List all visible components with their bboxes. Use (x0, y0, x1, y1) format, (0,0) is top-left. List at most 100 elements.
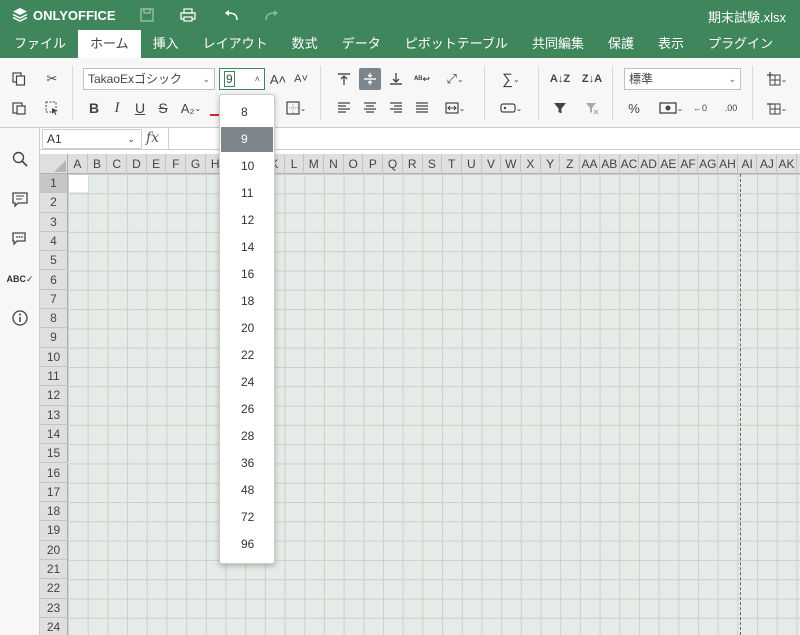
wrap-text-icon[interactable]: ᴬᴮ↩ (411, 68, 433, 90)
search-icon[interactable] (9, 148, 31, 170)
font-size-option[interactable]: 22 (221, 343, 273, 368)
font-size-option[interactable]: 11 (221, 181, 273, 206)
cell-area[interactable] (68, 174, 800, 635)
row-header[interactable]: 20 (40, 540, 68, 560)
italic-button[interactable]: I (106, 97, 128, 119)
increase-font-size-button[interactable]: A˄ (267, 68, 289, 90)
column-header[interactable]: R (403, 154, 423, 174)
number-format-combo[interactable]: 標準 ⌄ (624, 68, 741, 90)
font-size-option[interactable]: 26 (221, 397, 273, 422)
column-header[interactable]: AE (659, 154, 679, 174)
tab-3[interactable]: レイアウト (191, 30, 280, 58)
bold-button[interactable]: B (83, 97, 105, 119)
sort-ascending-icon[interactable]: A↓Z (549, 68, 571, 90)
column-header[interactable]: D (127, 154, 147, 174)
font-size-option[interactable]: 72 (221, 505, 273, 530)
copy-icon[interactable] (8, 68, 30, 90)
subscript-button[interactable]: A₂ ⌄ (176, 97, 206, 119)
row-header[interactable]: 12 (40, 386, 68, 406)
function-icon[interactable]: fx (146, 130, 159, 146)
info-icon[interactable] (9, 307, 31, 329)
row-header[interactable]: 17 (40, 482, 68, 503)
column-header[interactable]: AC (620, 154, 640, 174)
row-header[interactable]: 8 (40, 309, 68, 329)
row-header[interactable]: 6 (40, 270, 68, 290)
borders-button[interactable]: ⌄ (281, 97, 311, 119)
font-size-option[interactable]: 48 (221, 478, 273, 503)
tab-5[interactable]: データ (330, 30, 393, 58)
font-size-option[interactable]: 20 (221, 316, 273, 341)
column-header[interactable]: T (442, 154, 462, 174)
tab-6[interactable]: ピボットテーブル (393, 30, 520, 58)
column-header[interactable]: AH (718, 154, 738, 174)
column-header[interactable]: Z (561, 154, 581, 174)
tab-0[interactable]: ファイル (2, 30, 78, 58)
chat-icon[interactable] (9, 228, 31, 250)
tab-8[interactable]: 保護 (596, 30, 646, 58)
row-header[interactable]: 11 (40, 367, 68, 387)
increase-decimal-button[interactable]: .00 (720, 97, 742, 119)
strikethrough-button[interactable]: S (152, 97, 174, 119)
column-header[interactable]: Y (541, 154, 561, 174)
column-header[interactable]: W (501, 154, 522, 174)
redo-icon[interactable] (263, 6, 281, 24)
tab-7[interactable]: 共同編集 (520, 30, 596, 58)
align-left-icon[interactable] (333, 97, 355, 119)
column-header[interactable]: M (304, 154, 325, 174)
column-header[interactable]: U (462, 154, 482, 174)
font-size-combo[interactable]: 9 ˄ (219, 68, 265, 90)
column-header[interactable]: V (482, 154, 502, 174)
font-size-option[interactable]: 16 (221, 262, 273, 287)
column-header[interactable]: AB (600, 154, 620, 174)
font-size-option[interactable]: 9 (221, 127, 273, 152)
tab-10[interactable]: プラグイン (696, 30, 785, 58)
print-icon[interactable] (179, 6, 197, 24)
column-header[interactable]: X (521, 154, 541, 174)
row-header[interactable]: 10 (40, 347, 68, 367)
column-header[interactable]: C (107, 154, 128, 174)
clear-filter-icon[interactable] (581, 97, 603, 119)
row-header[interactable]: 22 (40, 579, 68, 599)
row-header[interactable]: 18 (40, 502, 68, 522)
row-header[interactable]: 4 (40, 231, 68, 252)
align-right-icon[interactable] (385, 97, 407, 119)
delete-cells-icon[interactable]: ⌄ (762, 97, 792, 119)
tab-2[interactable]: 挿入 (141, 30, 191, 58)
merge-cells-icon[interactable]: ⌄ (440, 97, 470, 119)
row-header[interactable]: 16 (40, 463, 68, 483)
column-header[interactable]: E (147, 154, 167, 174)
column-header[interactable]: A (68, 154, 88, 174)
column-header[interactable]: AD (639, 154, 659, 174)
tab-9[interactable]: 表示 (646, 30, 696, 58)
accounting-format-icon[interactable]: ⌄ (655, 97, 687, 119)
column-header[interactable]: N (324, 154, 344, 174)
column-header[interactable]: F (167, 154, 187, 174)
comments-icon[interactable] (9, 188, 31, 210)
underline-button[interactable]: U (129, 97, 151, 119)
sum-button[interactable]: ∑ ⌄ (496, 68, 526, 90)
align-justify-icon[interactable] (411, 97, 433, 119)
row-header[interactable]: 14 (40, 424, 68, 445)
percent-button[interactable]: % (623, 97, 645, 119)
paste-icon[interactable] (8, 97, 30, 119)
font-size-option[interactable]: 8 (221, 100, 273, 125)
font-size-option[interactable]: 12 (221, 208, 273, 233)
row-header[interactable]: 7 (40, 289, 68, 310)
align-top-icon[interactable] (333, 68, 355, 90)
column-header[interactable]: L (285, 154, 305, 174)
decrease-font-size-button[interactable]: A˅ (290, 68, 312, 90)
row-header[interactable]: 24 (40, 617, 68, 635)
font-size-option[interactable]: 36 (221, 451, 273, 476)
font-size-option[interactable]: 14 (221, 235, 273, 260)
row-header[interactable]: 23 (40, 598, 68, 618)
row-header[interactable]: 13 (40, 405, 68, 425)
column-header[interactable]: P (364, 154, 384, 174)
column-header[interactable]: AA (580, 154, 600, 174)
font-color-indicator[interactable] (210, 114, 219, 116)
active-cell[interactable] (69, 175, 88, 192)
font-size-option[interactable]: 10 (221, 154, 273, 179)
align-bottom-icon[interactable] (385, 68, 407, 90)
save-icon[interactable] (138, 6, 156, 24)
column-header[interactable]: S (423, 154, 443, 174)
filter-icon[interactable] (549, 97, 571, 119)
